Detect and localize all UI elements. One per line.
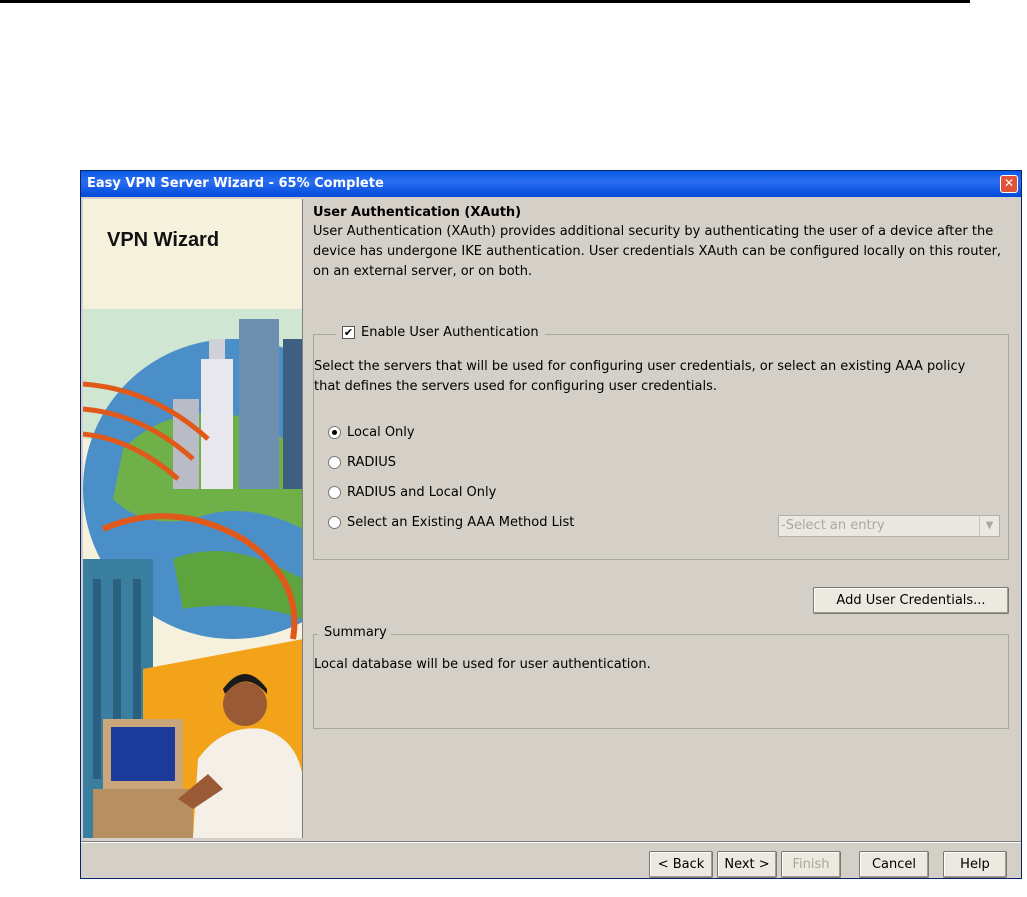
help-button[interactable]: Help xyxy=(943,851,1007,878)
enable-auth-toggle[interactable]: ✔ Enable User Authentication xyxy=(336,325,545,340)
wizard-side-illustration: VPN Wizard xyxy=(83,199,303,838)
wizard-content: User Authentication (XAuth) User Authent… xyxy=(313,199,1009,838)
finish-button[interactable]: Finish xyxy=(781,851,841,878)
add-user-credentials-button[interactable]: Add User Credentials... xyxy=(813,587,1009,614)
side-panel-title: VPN Wizard xyxy=(107,229,220,251)
radio-radius-button[interactable] xyxy=(328,456,341,469)
aaa-method-list-value: -Select an entry xyxy=(781,518,885,533)
summary-legend: Summary xyxy=(318,625,391,640)
radio-radius-and-local[interactable]: RADIUS and Local Only xyxy=(328,485,496,500)
window-title: Easy VPN Server Wizard - 65% Complete xyxy=(87,176,384,191)
radio-radius-and-local-button[interactable] xyxy=(328,486,341,499)
radio-aaa-method-list-label: Select an Existing AAA Method List xyxy=(347,515,575,530)
cancel-button[interactable]: Cancel xyxy=(859,851,929,878)
enable-auth-label: Enable User Authentication xyxy=(361,325,539,340)
window-titlebar[interactable]: Easy VPN Server Wizard - 65% Complete ✕ xyxy=(81,171,1021,197)
radio-local-only[interactable]: Local Only xyxy=(328,425,415,440)
city-globe-illustration xyxy=(83,199,302,838)
summary-group: Summary Local database will be used for … xyxy=(313,625,1009,729)
radio-radius-and-local-label: RADIUS and Local Only xyxy=(347,485,497,500)
radio-aaa-method-list-button[interactable] xyxy=(328,516,341,529)
next-button[interactable]: Next > xyxy=(717,851,777,878)
page-top-rule xyxy=(0,0,970,3)
chevron-down-icon[interactable]: ▼ xyxy=(979,516,999,536)
enable-auth-checkbox[interactable]: ✔ xyxy=(342,326,355,339)
radio-aaa-method-list[interactable]: Select an Existing AAA Method List xyxy=(328,515,574,530)
radio-radius[interactable]: RADIUS xyxy=(328,455,396,470)
aaa-method-list-select[interactable]: -Select an entry ▼ xyxy=(778,515,1000,537)
section-title: User Authentication (XAuth) xyxy=(313,205,522,220)
summary-text: Local database will be used for user aut… xyxy=(314,657,651,672)
wizard-window: Easy VPN Server Wizard - 65% Complete ✕ xyxy=(80,170,1022,879)
radio-radius-label: RADIUS xyxy=(347,455,397,470)
auth-description: Select the servers that will be used for… xyxy=(314,359,966,394)
user-auth-group: ✔ Enable User Authentication Select the … xyxy=(313,325,1009,560)
radio-local-only-button[interactable] xyxy=(328,426,341,439)
close-icon[interactable]: ✕ xyxy=(1000,175,1018,193)
radio-local-only-label: Local Only xyxy=(347,425,415,440)
back-button[interactable]: < Back xyxy=(649,851,713,878)
footer-divider xyxy=(81,841,1021,843)
section-description: User Authentication (XAuth) provides add… xyxy=(313,224,1002,279)
